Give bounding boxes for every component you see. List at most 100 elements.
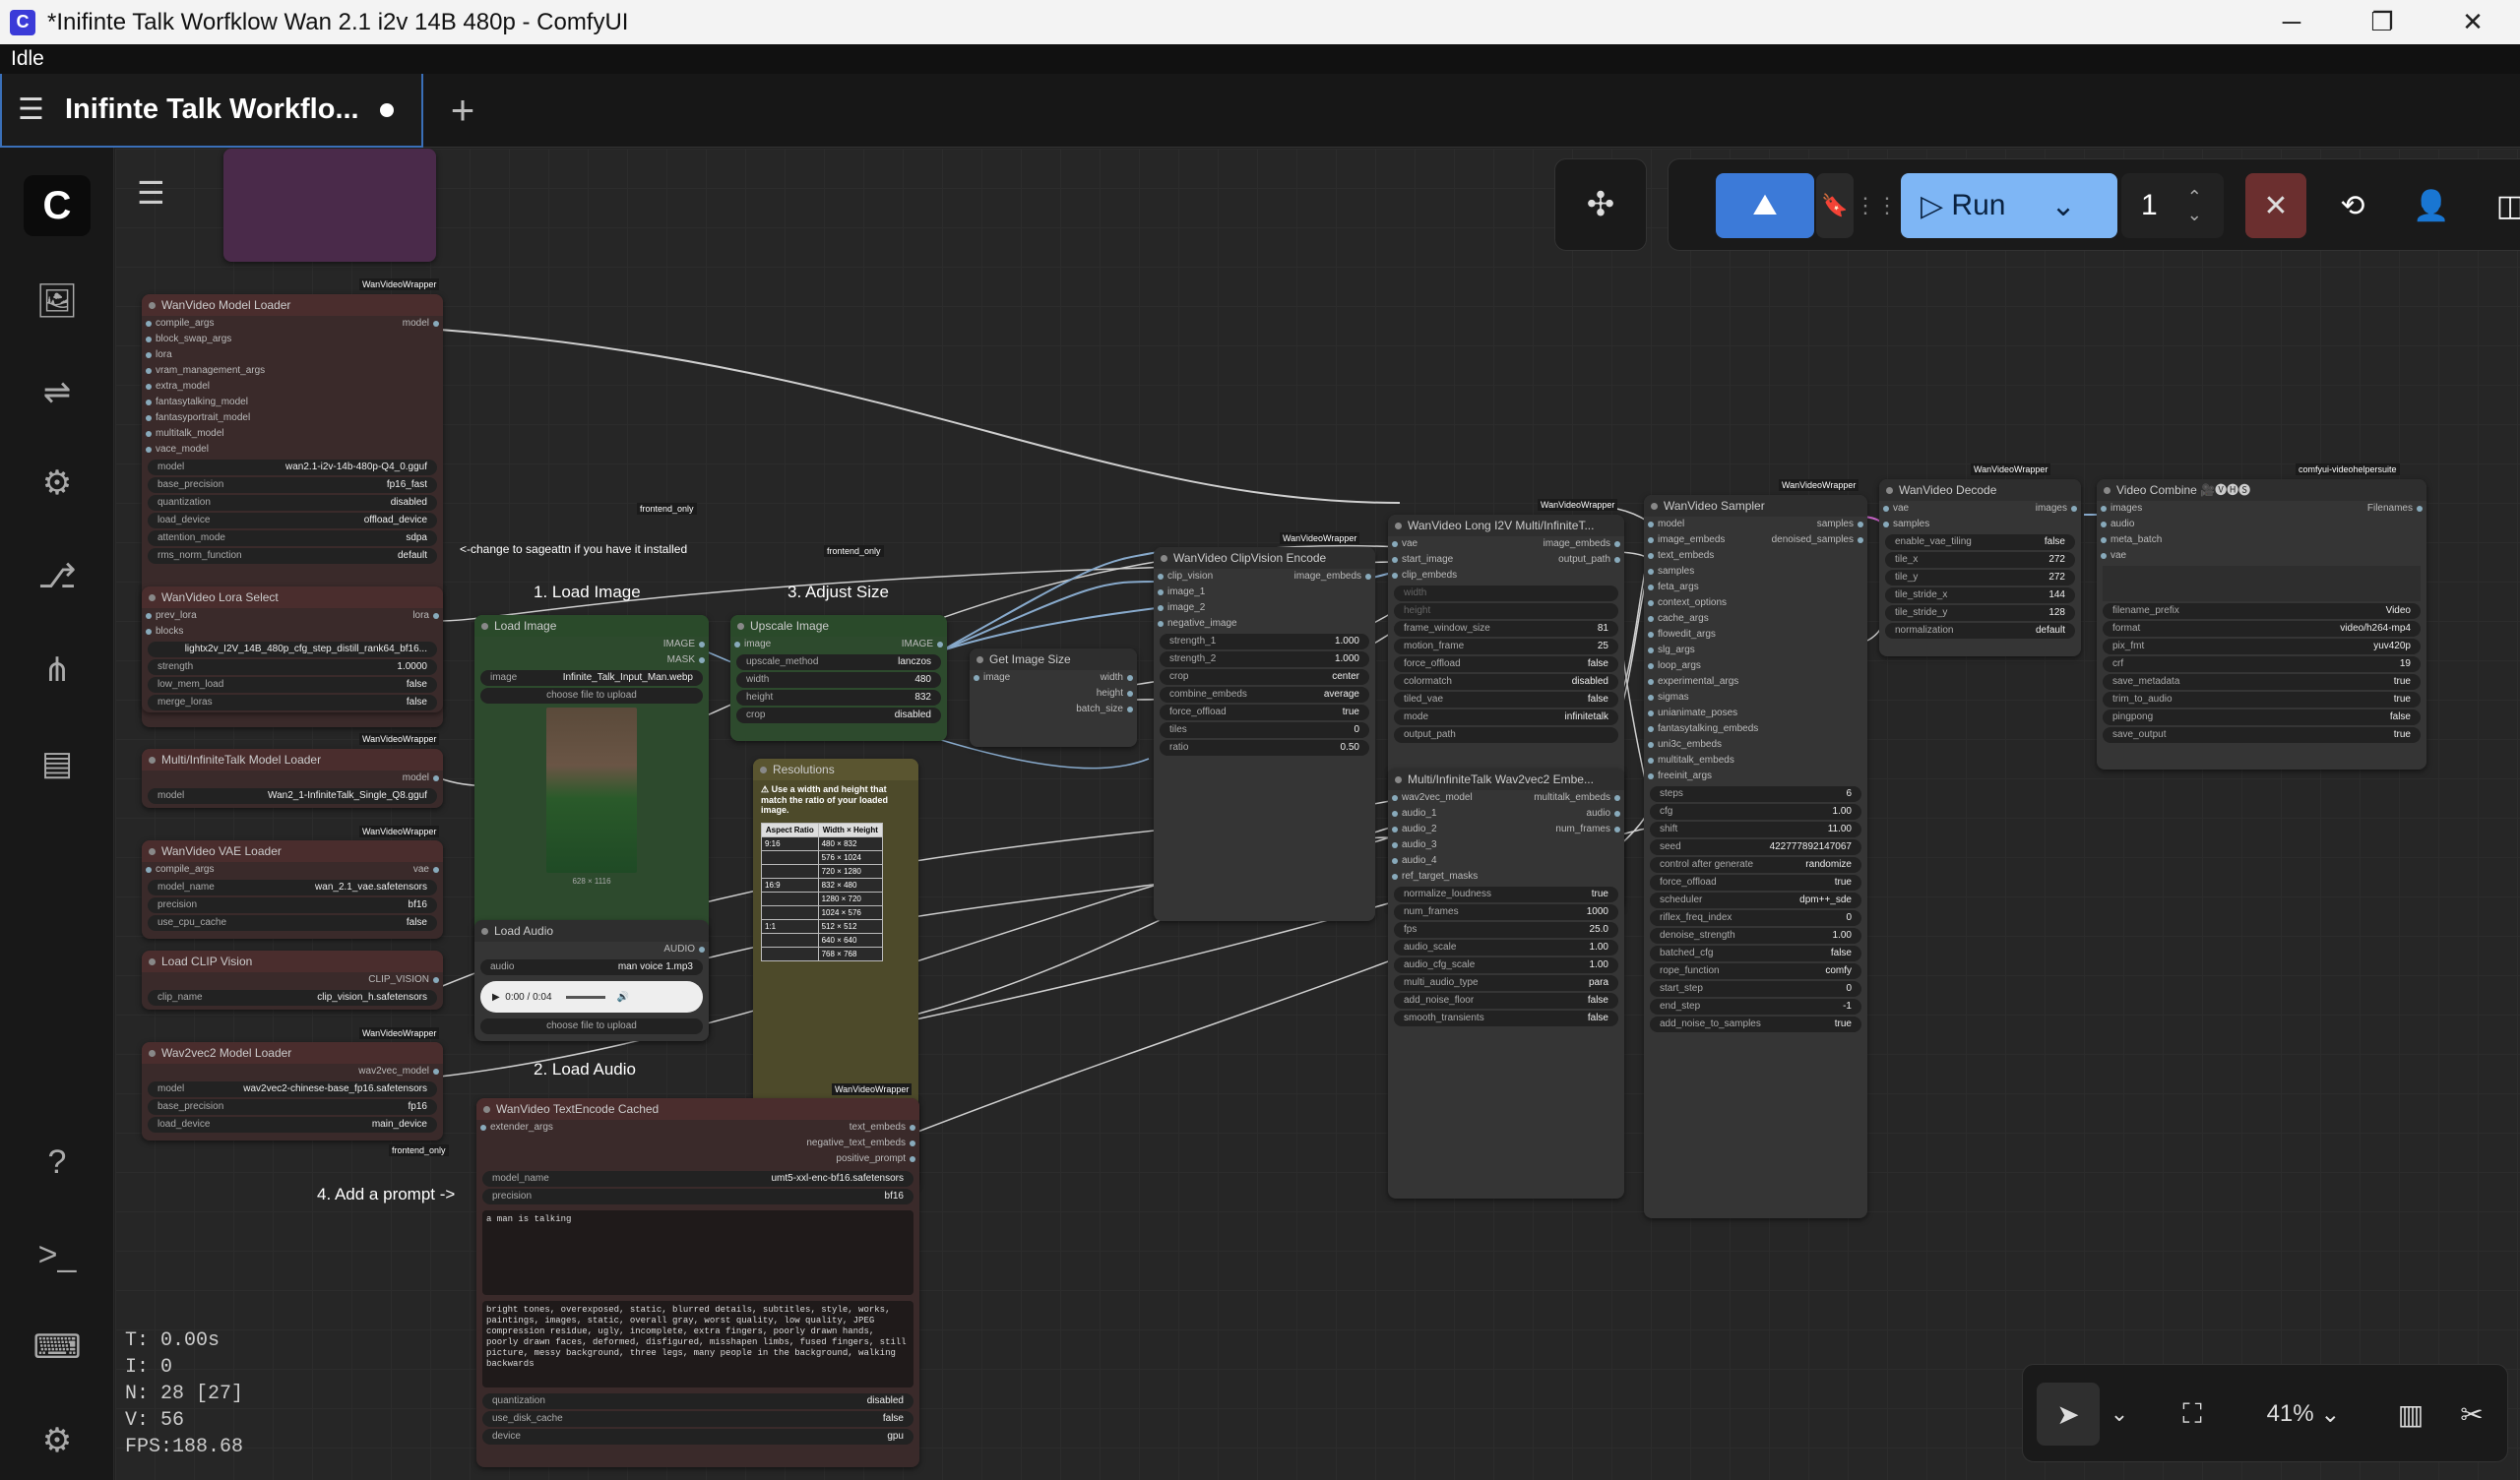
collapsed-args-node[interactable] [223, 149, 436, 262]
node-input[interactable]: vae [2097, 548, 2426, 564]
drag-handle-icon[interactable]: ⋮⋮ [1855, 173, 1898, 238]
node-widget[interactable]: lightx2v_I2V_14B_480p_cfg_step_distill_r… [148, 642, 437, 657]
node-widget[interactable]: filename_prefix Video [2103, 603, 2421, 619]
node-input[interactable]: vae [1388, 536, 1624, 552]
node-widget[interactable]: add_noise_to_samples true [1650, 1017, 1861, 1032]
multi-infinitetalk-model-loader-node[interactable]: Multi/InfiniteTalk Model Loader model mo… [142, 749, 443, 808]
toggle-panel-icon[interactable]: ◫ [2480, 173, 2520, 238]
keyboard-icon[interactable]: ⌨ [24, 1317, 91, 1378]
audio-seek-bar[interactable] [565, 995, 605, 999]
node-widget[interactable]: clip_name clip_vision_h.safetensors [148, 990, 437, 1006]
node-widget[interactable]: tile_stride_x 144 [1885, 587, 2075, 603]
node-widget[interactable]: end_step -1 [1650, 999, 1861, 1015]
node-input[interactable]: slg_args [1644, 643, 1867, 658]
node-widget[interactable]: attention_mode sdpa [148, 530, 437, 546]
audio-file-select[interactable]: audio man voice 1.mp3 [480, 959, 703, 975]
wav2vec2-model-loader-node[interactable]: Wav2vec2 Model Loader wav2vec_model mode… [142, 1042, 443, 1141]
node-input[interactable]: image [730, 637, 947, 652]
node-input[interactable]: vae [1879, 501, 2081, 517]
help-icon[interactable]: ? [24, 1132, 91, 1193]
audio-player[interactable]: ▶ 0:00 / 0:04 🔊 [480, 981, 703, 1013]
node-input[interactable]: meta_batch [2097, 532, 2426, 548]
upscale-image-node[interactable]: Upscale Image IMAGE image upscale_method… [730, 615, 947, 741]
node-widget[interactable]: output_path [1394, 727, 1618, 743]
node-widget[interactable]: tiles 0 [1160, 722, 1369, 738]
node-input[interactable]: loop_args [1644, 658, 1867, 674]
node-input[interactable]: fantasytalking_model [142, 395, 443, 410]
node-output[interactable]: text_embeds [723, 1120, 919, 1136]
upload-button[interactable]: choose file to upload [480, 1018, 703, 1034]
upload-button[interactable]: choose file to upload [480, 688, 703, 704]
node-widget[interactable]: use_cpu_cache false [148, 915, 437, 931]
increment-decrement-icon[interactable]: ⌃ ⌄ [2187, 188, 2202, 223]
node-widget[interactable]: quantization disabled [148, 495, 437, 511]
node-input[interactable]: image_1 [1154, 585, 1375, 600]
node-output[interactable]: IMAGE [474, 637, 709, 652]
node-widget[interactable]: rope_function comfy [1650, 963, 1861, 979]
node-widget[interactable]: force_offload true [1650, 875, 1861, 891]
video-combine-node[interactable]: Video Combine 🎥🅥🅗🅢 Filenames images audi… [2097, 479, 2426, 770]
node-input[interactable]: compile_args [142, 316, 443, 332]
queue-history-icon[interactable]: ⟲ [2322, 173, 2383, 238]
node-input[interactable]: flowedit_args [1644, 627, 1867, 643]
node-widget[interactable]: crop center [1160, 669, 1369, 685]
node-widget[interactable]: model Wan2_1-InfiniteTalk_Single_Q8.gguf [148, 788, 437, 804]
node-output[interactable]: batch_size [970, 702, 1137, 717]
node-input[interactable]: sigmas [1644, 690, 1867, 706]
node-widget[interactable]: model_name wan_2.1_vae.safetensors [148, 880, 437, 895]
user-account-icon[interactable]: 👤 [2401, 173, 2462, 238]
node-widget[interactable]: batched_cfg false [1650, 946, 1861, 961]
restore-button[interactable]: ❐ [2337, 0, 2427, 44]
node-widget[interactable]: colormatch disabled [1394, 674, 1618, 690]
node-input[interactable]: vace_model [142, 442, 443, 458]
node-widget[interactable]: height [1394, 603, 1618, 619]
node-input[interactable]: uni3c_embeds [1644, 737, 1867, 753]
canvas-menu-icon[interactable]: ☰ [137, 174, 165, 212]
zoom-level-control[interactable]: 41% ⌄ [2239, 1383, 2367, 1446]
node-widget[interactable]: start_step 0 [1650, 981, 1861, 997]
node-widget[interactable]: model wav2vec2-chinese-base_fp16.safetens… [148, 1081, 437, 1097]
node-widget[interactable]: control after generate randomize [1650, 857, 1861, 873]
node-output[interactable]: height [970, 686, 1137, 702]
negative-prompt-textarea[interactable]: bright tones, overexposed, static, blurr… [482, 1301, 914, 1388]
node-widget[interactable]: save_metadata true [2103, 674, 2421, 690]
settings-gear-icon[interactable]: ⚙ [24, 1410, 91, 1471]
node-output[interactable]: wav2vec_model [142, 1064, 443, 1079]
play-icon[interactable]: ▶ [492, 992, 500, 1003]
node-widget[interactable]: enable_vae_tiling false [1885, 534, 2075, 550]
image-file-select[interactable]: image Infinite_Talk_Input_Man.webp [480, 670, 703, 686]
node-widget[interactable]: ratio 0.50 [1160, 740, 1369, 756]
node-widget[interactable]: mode infinitetalk [1394, 709, 1618, 725]
node-widget[interactable]: merge_loras false [148, 695, 437, 710]
hide-links-icon[interactable]: ✂ [2440, 1383, 2503, 1446]
node-widget[interactable]: model wan2.1-i2v-14b-480p-Q4_0.gguf [148, 460, 437, 475]
node-widget[interactable]: frame_window_size 81 [1394, 621, 1618, 637]
node-input[interactable]: freeinit_args [1644, 769, 1867, 784]
node-widget[interactable]: precision bf16 [482, 1189, 914, 1204]
node-input[interactable]: model [1644, 517, 1867, 532]
multi-infinitetalk-wav2vec2-embeds-node[interactable]: Multi/InfiniteTalk Wav2vec2 Embe... mult… [1388, 769, 1624, 1199]
node-widget[interactable]: crf 19 [2103, 656, 2421, 672]
load-audio-node[interactable]: Load Audio AUDIO audio man voice 1.mp3 ▶ … [474, 920, 709, 1041]
node-widget[interactable]: motion_frame 25 [1394, 639, 1618, 654]
node-widget[interactable]: fps 25.0 [1394, 922, 1618, 938]
node-widget[interactable]: force_offload false [1394, 656, 1618, 672]
node-widget[interactable]: riflex_freq_index 0 [1650, 910, 1861, 926]
node-widget[interactable]: tile_x 272 [1885, 552, 2075, 568]
node-widget[interactable]: multi_audio_type para [1394, 975, 1618, 991]
node-input[interactable]: text_embeds [1644, 548, 1867, 564]
node-widget[interactable]: normalization default [1885, 623, 2075, 639]
node-input[interactable]: extender_args [476, 1120, 634, 1136]
node-output[interactable]: positive_prompt [723, 1151, 919, 1167]
node-widget[interactable]: pingpong false [2103, 709, 2421, 725]
wanvideo-decode-node[interactable]: WanVideo Decode images vae samples enabl… [1879, 479, 2081, 656]
node-input[interactable]: start_image [1388, 552, 1624, 568]
node-map-icon[interactable]: ⋔ [24, 640, 91, 701]
node-widget[interactable]: rms_norm_function default [148, 548, 437, 564]
fit-view-icon[interactable]: ⛶ [2161, 1383, 2224, 1446]
wanvideo-sampler-node[interactable]: WanVideo Sampler samples denoised_sample… [1644, 495, 1867, 1218]
node-output[interactable]: negative_text_embeds [723, 1136, 919, 1151]
node-input[interactable]: vram_management_args [142, 363, 443, 379]
node-input[interactable]: block_swap_args [142, 332, 443, 347]
wanvideo-lora-select-node[interactable]: WanVideo Lora Select lora prev_lora bloc… [142, 586, 443, 712]
